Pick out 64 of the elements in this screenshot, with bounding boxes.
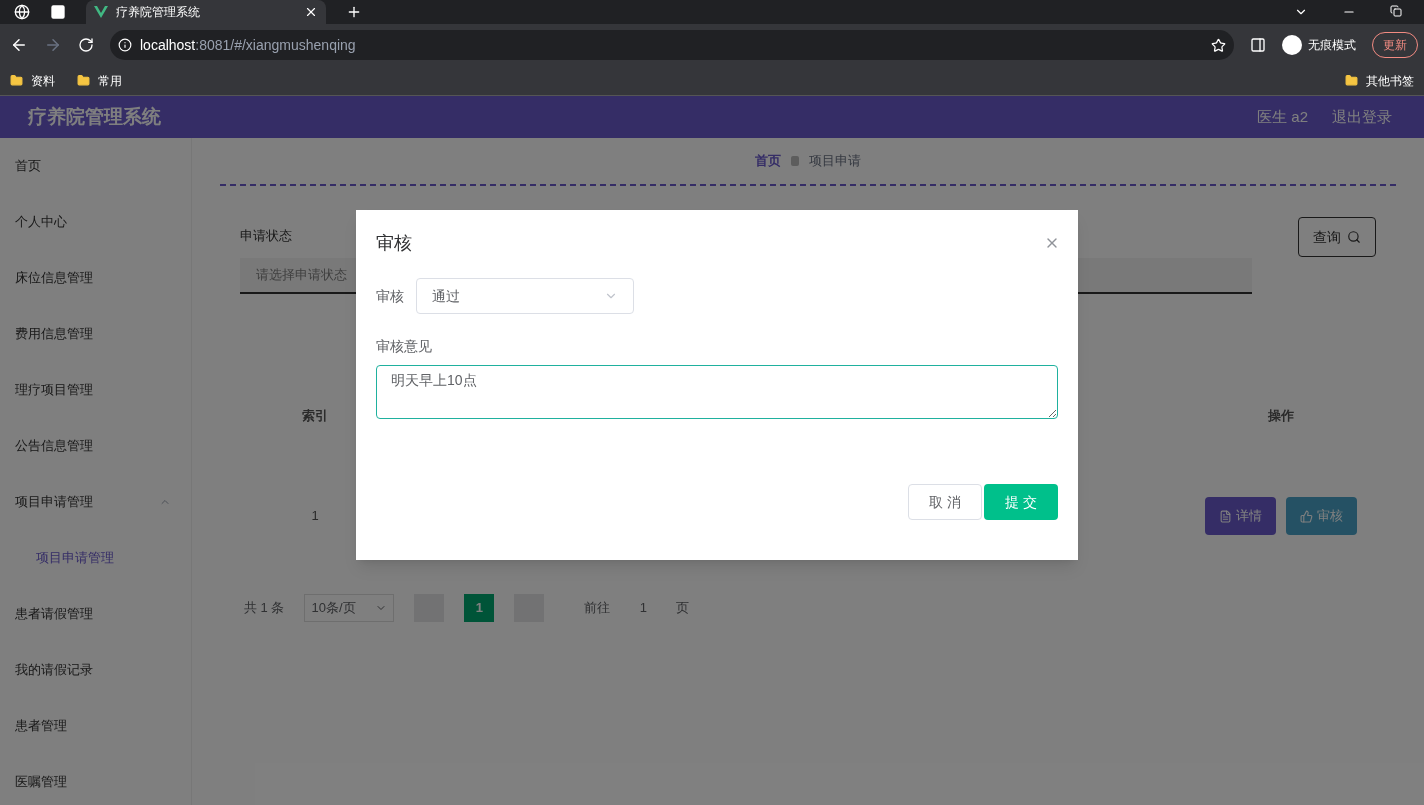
submit-button[interactable]: 提 交 <box>984 484 1058 520</box>
user-name: 医生 a2 <box>1257 106 1308 127</box>
field-label: 审核意见 <box>376 337 433 356</box>
goto-suffix: 页 <box>676 599 690 618</box>
breadcrumb-link[interactable]: 首页 <box>755 151 781 171</box>
bookmark-folder[interactable]: 其他书签 <box>1366 71 1414 90</box>
restore-icon[interactable] <box>1390 5 1402 17</box>
logout-link[interactable]: 退出登录 <box>1332 105 1392 129</box>
sidebar-item[interactable]: 床位信息管理 <box>0 268 93 288</box>
page-number[interactable]: 1 <box>464 594 495 622</box>
close-icon[interactable] <box>304 5 318 19</box>
bookmark-star-icon[interactable] <box>1211 37 1226 53</box>
breadcrumb-current: 项目申请 <box>809 152 861 171</box>
tab-icon <box>50 4 66 20</box>
sidebar-item[interactable]: 理疗项目管理 <box>0 380 93 400</box>
incognito-icon <box>1282 35 1302 55</box>
goto-page-field[interactable]: 1 <box>630 594 657 622</box>
back-icon[interactable] <box>10 36 28 54</box>
opinion-textarea[interactable]: 明天早上10点 <box>376 365 1058 419</box>
column-header: 索引 <box>301 407 329 426</box>
new-tab-icon[interactable] <box>346 4 362 20</box>
sidebar-item[interactable]: 医嘱管理 <box>0 772 67 792</box>
sidebar-item[interactable]: 首页 <box>0 156 41 176</box>
sidebar-item[interactable]: 公告信息管理 <box>0 436 93 456</box>
sidebar-item[interactable]: 项目申请管理 <box>0 548 114 568</box>
browser-tab[interactable]: 疗养院管理系统 <box>86 0 326 24</box>
thumbs-up-icon <box>1300 509 1313 523</box>
v-logo-icon <box>94 6 108 18</box>
tab-title: 疗养院管理系统 <box>116 4 201 21</box>
field-label: 审核 <box>376 286 404 306</box>
details-button[interactable]: 详情 <box>1205 497 1276 535</box>
dialog-title: 审核 <box>376 231 412 255</box>
sidebar-item[interactable]: 患者请假管理 <box>0 604 93 624</box>
total-count: 共 1 条 <box>244 599 285 618</box>
cancel-button[interactable]: 取 消 <box>908 484 982 520</box>
bookmark-folder[interactable]: 常用 <box>98 71 122 90</box>
sidebar-item[interactable]: 患者管理 <box>0 716 67 736</box>
side-panel-icon[interactable] <box>1250 37 1266 53</box>
search-icon <box>1347 230 1361 244</box>
forward-icon[interactable] <box>44 36 62 54</box>
folder-icon <box>10 74 23 87</box>
separator-icon <box>791 156 799 166</box>
sidebar-item[interactable]: 个人中心 <box>0 212 67 232</box>
sidebar-item[interactable]: 费用信息管理 <box>0 324 93 344</box>
goto-label: 前往 <box>584 599 611 618</box>
result-select[interactable]: 通过 <box>416 278 634 314</box>
incognito-label: 无痕模式 <box>1308 37 1356 54</box>
bookmark-folder[interactable]: 资料 <box>31 71 55 90</box>
info-icon <box>118 38 132 52</box>
sidebar-item[interactable]: 项目申请管理 <box>0 492 93 512</box>
column-header: 操作 <box>1267 407 1295 426</box>
search-button[interactable]: 查询 <box>1298 217 1376 257</box>
document-icon <box>1219 509 1232 523</box>
folder-icon <box>77 74 90 87</box>
app-title: 疗养院管理系统 <box>28 104 161 129</box>
filter-label: 申请状态 <box>240 227 292 245</box>
globe-icon <box>14 4 30 20</box>
folder-icon <box>1345 74 1358 87</box>
url-text: localhost:8081/#/xiangmushenqing <box>140 35 356 55</box>
sidebar-item[interactable]: 我的请假记录 <box>0 660 93 680</box>
table-cell-text: 1 <box>310 507 320 526</box>
reload-icon[interactable] <box>78 37 94 53</box>
page-size-select[interactable]: 10条/页 <box>304 594 395 622</box>
address-bar[interactable]: localhost:8081/#/xiangmushenqing <box>110 30 1234 60</box>
